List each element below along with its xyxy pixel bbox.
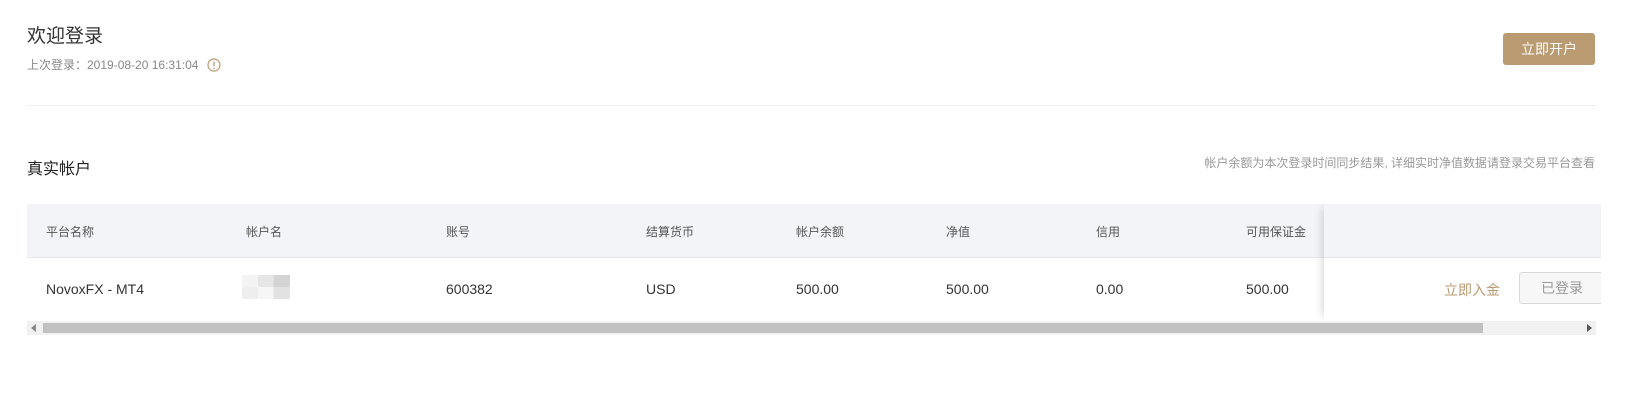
last-login-info: 上次登录：2019-08-20 16:31:04	[27, 56, 222, 73]
last-login-text: 上次登录：2019-08-20 16:31:04	[27, 58, 199, 72]
column-header: 平台名称	[46, 225, 95, 239]
divider	[27, 105, 1596, 106]
open-account-button[interactable]: 立即开户	[1503, 33, 1595, 65]
platform-cell: NovoxFX - MT4	[46, 281, 145, 297]
fixed-actions-column: 立即入金 已登录	[1324, 204, 1601, 320]
fixed-actions-header	[1324, 204, 1601, 258]
account-number-cell: 600382	[446, 281, 493, 297]
currency-cell: USD	[646, 281, 676, 297]
scroll-thumb[interactable]	[43, 323, 1483, 333]
deposit-link[interactable]: 立即入金	[1444, 280, 1500, 300]
balance-cell: 500.00	[796, 281, 839, 297]
horizontal-scrollbar[interactable]	[27, 321, 1596, 335]
account-name-redacted	[242, 275, 290, 299]
column-header: 结算货币	[646, 225, 695, 239]
scroll-right-arrow-icon[interactable]	[1587, 324, 1592, 332]
column-header: 净值	[946, 225, 971, 239]
welcome-title: 欢迎登录	[27, 26, 104, 47]
section-note: 帐户余额为本次登录时间同步结果, 详细实时净值数据请登录交易平台查看	[1204, 156, 1595, 170]
column-header: 可用保证金	[1246, 225, 1307, 239]
column-header: 账号	[446, 225, 471, 239]
logged-in-button[interactable]: 已登录	[1519, 272, 1601, 304]
free-margin-cell: 500.00	[1246, 281, 1289, 297]
section-title: 真实帐户	[27, 161, 92, 178]
credit-cell: 0.00	[1096, 281, 1124, 297]
info-circle-icon[interactable]	[207, 57, 222, 72]
equity-cell: 500.00	[946, 281, 989, 297]
column-header: 帐户余额	[796, 225, 845, 239]
column-header: 信用	[1096, 225, 1121, 239]
column-header: 帐户名	[246, 225, 283, 239]
accounts-table: 平台名称 帐户名 账号 结算货币 帐户余额 净值 信用 可用保证金 NovoxF…	[27, 204, 1601, 320]
scroll-left-arrow-icon[interactable]	[31, 324, 36, 332]
